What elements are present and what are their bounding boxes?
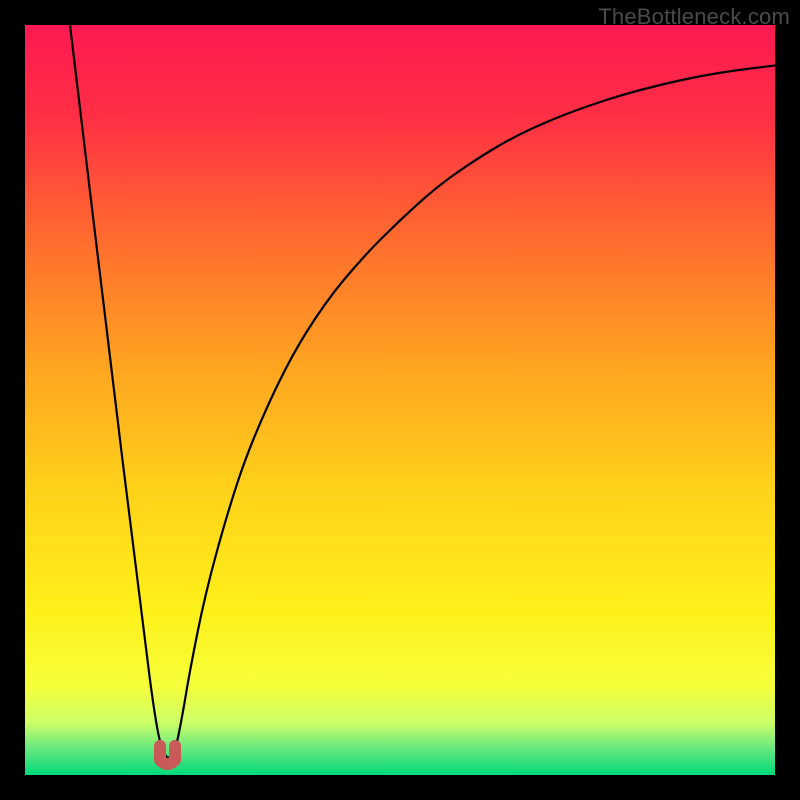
chart-frame: TheBottleneck.com: [0, 0, 800, 800]
plot-area: [25, 25, 775, 775]
watermark-text: TheBottleneck.com: [598, 4, 790, 30]
background-gradient: [25, 25, 775, 775]
